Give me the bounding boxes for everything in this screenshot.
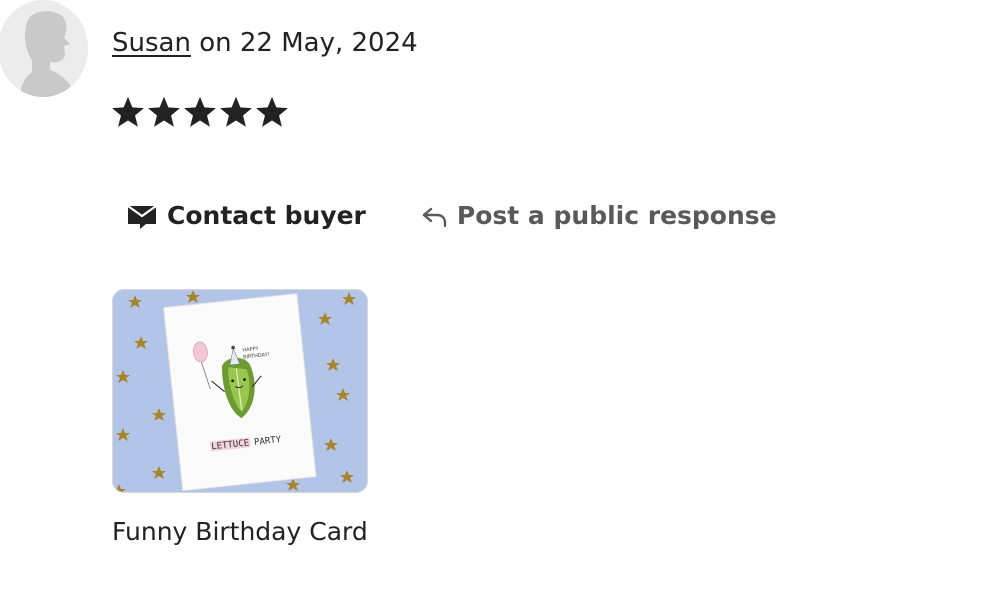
star-icon <box>148 96 180 127</box>
star-icon <box>220 96 252 127</box>
author-link[interactable]: Susan <box>112 28 191 58</box>
post-public-response-label: Post a public response <box>456 201 777 230</box>
birthday-card-image: HAPPY BIRTHDAY! LETTUCE PARTY <box>113 290 367 492</box>
review-card: Susan on 22 May, 2024 Contact buyer Post… <box>0 0 1002 606</box>
person-silhouette-icon <box>0 0 88 97</box>
star-rating <box>110 90 290 134</box>
review-date: on 22 May, 2024 <box>190 28 418 58</box>
reply-arrow-icon <box>422 207 447 228</box>
star-icon <box>184 96 216 127</box>
envelope-icon <box>127 205 157 229</box>
avatar[interactable] <box>0 0 88 97</box>
review-meta: Susan on 22 May, 2024 <box>112 26 418 60</box>
contact-buyer-label: Contact buyer <box>167 201 366 230</box>
listing-thumbnail[interactable]: HAPPY BIRTHDAY! LETTUCE PARTY <box>112 289 368 493</box>
review-actions: Contact buyer Post a public response <box>112 188 791 244</box>
greeting-card: HAPPY BIRTHDAY! LETTUCE PARTY <box>162 293 317 492</box>
contact-buyer-button[interactable]: Contact buyer <box>112 190 380 242</box>
listing-title[interactable]: Funny Birthday Card <box>112 516 368 548</box>
star-icon <box>256 96 288 127</box>
star-icon <box>112 96 144 127</box>
post-public-response-button[interactable]: Post a public response <box>406 190 791 242</box>
